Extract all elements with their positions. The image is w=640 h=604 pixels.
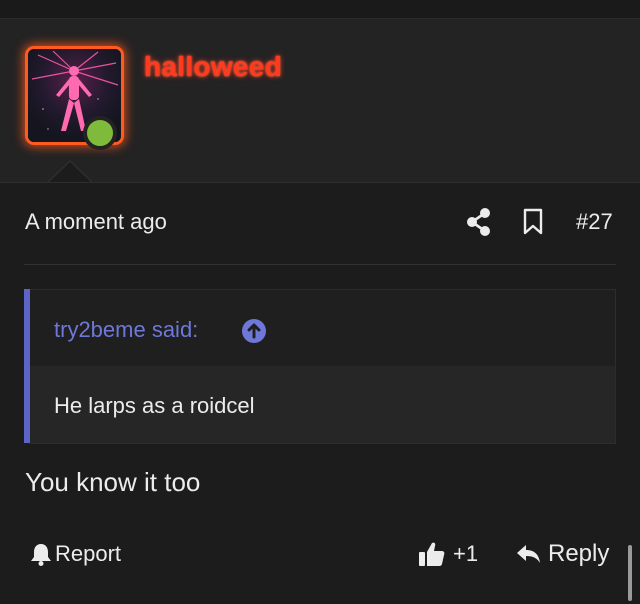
- online-status-indicator: [83, 116, 117, 150]
- post-body: You know it too: [25, 467, 201, 497]
- header-divider: [0, 182, 640, 183]
- quote-author[interactable]: try2beme said:: [54, 317, 198, 343]
- top-bar: [0, 0, 640, 19]
- reply-label: Reply: [548, 540, 610, 567]
- report-button[interactable]: Report: [30, 540, 121, 568]
- report-label: Report: [55, 541, 122, 566]
- reply-button[interactable]: Reply: [516, 540, 609, 568]
- arrow-up-circle-icon[interactable]: [241, 318, 267, 344]
- meta-divider: [24, 264, 616, 265]
- reply-arrow-icon: [517, 545, 540, 563]
- thumbs-up-icon: [419, 542, 445, 566]
- like-button[interactable]: +1: [418, 540, 478, 568]
- pointer-arrow: [48, 162, 92, 183]
- bell-icon: [31, 544, 51, 566]
- post-timestamp[interactable]: A moment ago: [25, 209, 167, 235]
- quote-block: try2beme said: He larps as a roidcel: [24, 289, 616, 444]
- bookmark-icon[interactable]: [522, 207, 544, 237]
- post-number[interactable]: #27: [576, 209, 613, 235]
- scrollbar[interactable]: [628, 545, 632, 601]
- quote-text: He larps as a roidcel: [54, 393, 255, 418]
- share-icon[interactable]: [466, 207, 492, 237]
- quote-header: try2beme said:: [30, 289, 616, 367]
- like-count: +1: [453, 541, 479, 566]
- username[interactable]: halloweed: [144, 51, 282, 83]
- quote-content: He larps as a roidcel: [30, 366, 616, 444]
